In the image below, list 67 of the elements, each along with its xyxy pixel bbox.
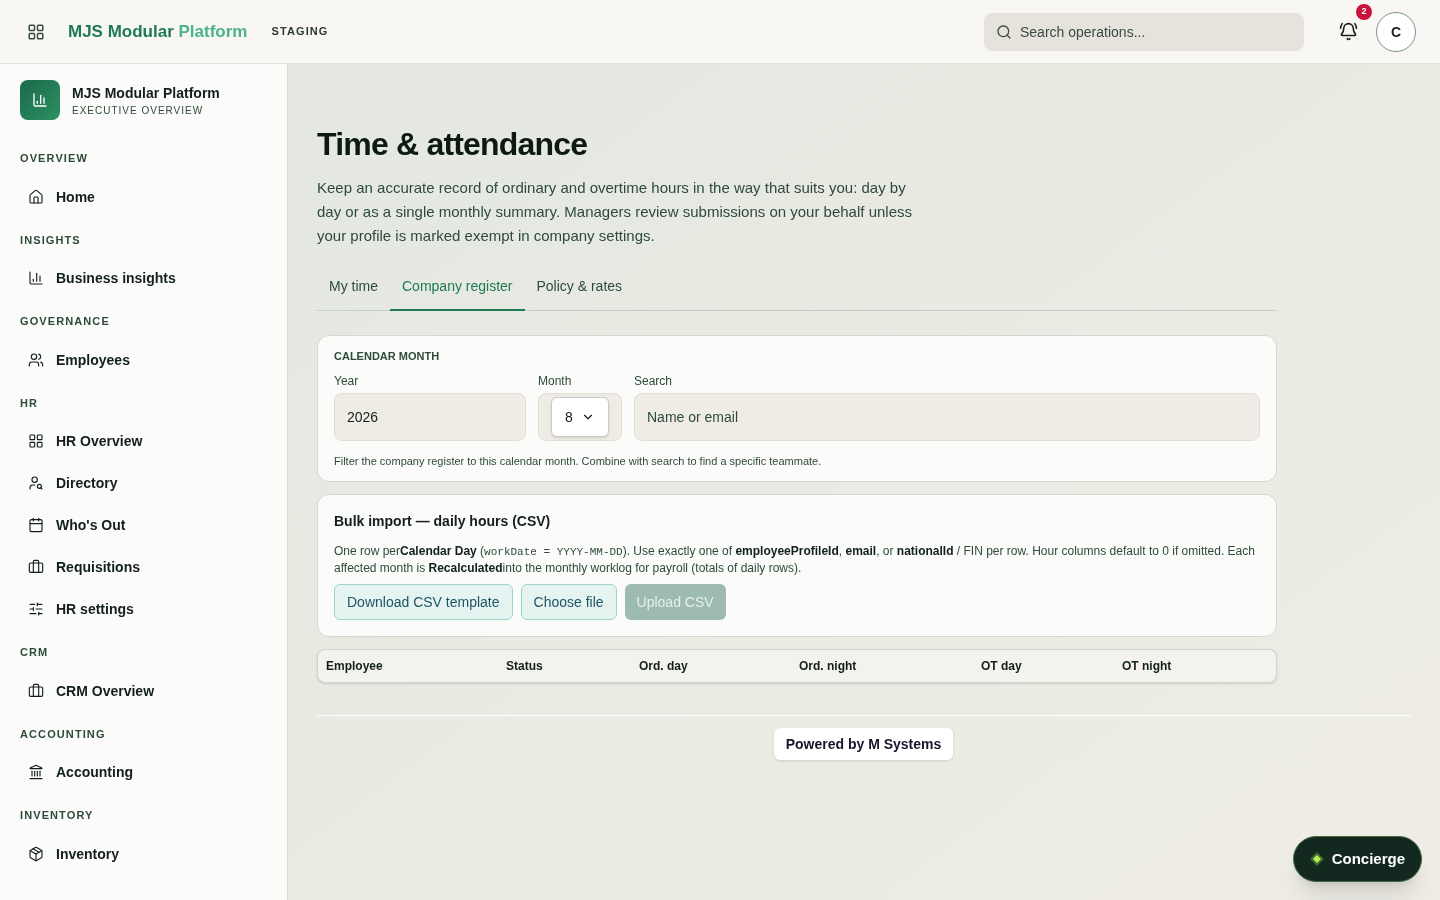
field-label: Search	[634, 372, 674, 389]
box-icon	[28, 845, 44, 862]
filter-hint: Filter the company register to this calendar month. Combine with search to find a specific teammate.	[334, 453, 823, 469]
tab[interactable]: Company register	[390, 276, 525, 311]
sidebar-item[interactable]: Directory	[20, 462, 267, 504]
users-icon	[28, 351, 44, 368]
environment-label: STAGING	[271, 24, 329, 40]
sidebar-item[interactable]: HR Overview	[20, 420, 267, 462]
sidebar-item[interactable]: Who's Out	[20, 504, 267, 546]
briefcase-icon	[28, 682, 44, 699]
sidebar-item[interactable]: Home	[20, 175, 267, 218]
section-heading: ACCOUNTING	[20, 726, 107, 742]
powered-by-badge: Powered by M Systems	[773, 728, 954, 760]
page-title: Time & attendance	[317, 125, 589, 164]
sidebar-item[interactable]: Accounting	[20, 751, 267, 793]
section-heading: GOVERNANCE	[20, 314, 111, 329]
card-title: Bulk import — daily hours (CSV)	[334, 512, 552, 531]
sidebar-item[interactable]: Inventory	[20, 832, 267, 875]
search-input[interactable]: Search operations...	[1020, 21, 1292, 42]
section-heading: HR	[20, 395, 40, 411]
sidebar-item[interactable]: HR settings	[20, 588, 267, 630]
column-header: Ord. day	[639, 658, 689, 674]
notification-badge: 2	[1356, 3, 1372, 20]
sidebar-item[interactable]: CRM Overview	[20, 669, 267, 712]
column-header: Ord. night	[799, 658, 858, 674]
section-heading: INSIGHTS	[20, 232, 82, 248]
search-icon	[996, 23, 1012, 40]
concierge-button[interactable]: Concierge	[1292, 836, 1422, 882]
bar-chart-icon	[28, 270, 44, 286]
column-header: Status	[506, 658, 544, 674]
sidebar-title: MJS Modular Platform	[72, 83, 220, 103]
briefcase-icon	[28, 559, 44, 575]
action-button[interactable]: Download CSV template	[334, 584, 513, 620]
section-heading: INVENTORY	[20, 808, 95, 823]
section-heading: OVERVIEW	[20, 151, 89, 166]
tab[interactable]: My time	[317, 276, 390, 311]
column-header: OT day	[981, 658, 1023, 674]
grid-icon	[27, 22, 45, 41]
search-field[interactable]: Search operations...	[984, 12, 1304, 51]
import-instructions: One row perCalendar Day (workDate = YYYY-MM-DD). Use exactly one of employeeProfileId, email, or nationalId / FIN per row. Hour columns default to 0 if omitted. Each affected month is Recalculatedinto the monthly worklog for payroll (totals of daily rows).	[334, 543, 1256, 576]
sidebar-subtitle: EXECUTIVE OVERVIEW	[72, 103, 205, 118]
page-description: Keep an accurate record of ordinary and overtime hours in the way that suits you: day by day or as a single monthly summary. Managers review submissions on your behalf unless your profile is marked exempt in company settings.	[317, 178, 913, 246]
sliders-icon	[28, 601, 44, 617]
grid-icon	[28, 433, 44, 449]
field-label: Year	[334, 372, 360, 389]
bar-chart-icon	[32, 92, 48, 108]
sidebar-item[interactable]: Business insights	[20, 257, 267, 299]
year-field[interactable]: 2026	[334, 392, 526, 441]
section-heading: CRM	[20, 645, 50, 660]
sidebar-item[interactable]: Requisitions	[20, 546, 267, 588]
month-select[interactable]: 8	[551, 396, 609, 437]
avatar[interactable]: C	[1376, 11, 1416, 52]
card-heading: CALENDAR MONTH	[334, 349, 441, 364]
bell-icon	[1338, 22, 1358, 41]
column-header: OT night	[1122, 658, 1173, 674]
tab[interactable]: Policy & rates	[524, 276, 635, 311]
calendar-icon	[28, 517, 44, 533]
home-icon	[28, 188, 44, 205]
field-label: Month	[538, 372, 573, 389]
bank-icon	[28, 764, 44, 780]
action-button[interactable]: Choose file	[520, 584, 617, 620]
diamond-icon	[1309, 852, 1324, 866]
user-search-icon	[28, 475, 44, 491]
sidebar-item[interactable]: Employees	[20, 338, 267, 381]
brand-name: MJS Modular Platform	[68, 20, 248, 43]
search-field[interactable]: Name or email	[634, 392, 1260, 441]
column-header: Employee	[326, 658, 384, 674]
